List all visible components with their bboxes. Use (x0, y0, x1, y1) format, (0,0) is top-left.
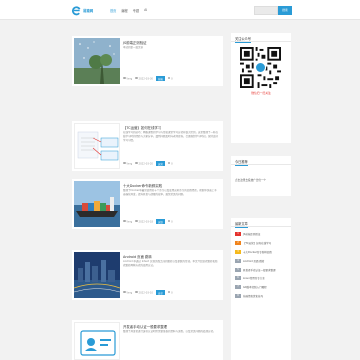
latest-post-title: Git版本控制入门教程 (243, 286, 267, 290)
post-title[interactable]: 【TC运营】如何在线学习 (123, 125, 161, 130)
top-header: 易猿网 首页 编程 专题 AI 搜索 (0, 0, 360, 20)
latest-posts-widget: 最新文章 1 JS前端正则验证 2 【TC运营】如何在线学习 3 十大Docker命令新鲜… (231, 218, 291, 360)
latest-post-title: 前端性能优化技巧 (243, 294, 264, 298)
diagram-image (77, 131, 119, 161)
snow-tree-image (74, 38, 120, 84)
category-tag[interactable]: 运维 (156, 219, 165, 225)
qr-code-icon[interactable] (240, 47, 281, 88)
nav-topics[interactable]: 专题 (133, 8, 139, 13)
latest-post-item[interactable]: 8 前端性能优化技巧 (235, 292, 289, 301)
logo-e-icon (72, 5, 81, 15)
nav-programming[interactable]: 编程 (121, 8, 127, 13)
follow-widget: 关注公众号 微信扫一扫关注 (231, 33, 291, 143)
latest-post-title: 开发者手动认证一般要求整理 (243, 268, 276, 272)
widget-title: 今日推荐 (235, 160, 248, 166)
post-thumbnail[interactable] (74, 38, 120, 84)
nav-ai[interactable]: AI (144, 8, 147, 13)
latest-post-item[interactable]: 5 开发者手动认证一般要求整理 (235, 265, 289, 274)
rank-badge: 8 (235, 293, 241, 298)
post-thumbnail[interactable] (74, 322, 120, 360)
date: 2022-03-18 (135, 219, 153, 223)
author[interactable]: Yang (123, 76, 132, 80)
eye-icon (167, 161, 171, 165)
latest-post-item[interactable]: 7 Git版本控制入门教程 (235, 283, 289, 292)
post-thumbnail[interactable] (74, 123, 120, 169)
author[interactable]: Yang (123, 290, 132, 294)
date: 2022-03-10 (135, 290, 153, 294)
divider (231, 226, 291, 227)
post-card[interactable]: 【TC运营】如何在线学习 在线学习的技巧：网络课程的学习与传统课堂学习方式有很大… (72, 121, 223, 171)
post-title[interactable]: Android 页面 跳转 (123, 254, 152, 259)
latest-post-item[interactable]: 2 【TC运营】如何在线学习 (235, 239, 289, 248)
post-meta: Yang 2022-03-30 前端 0 (123, 76, 173, 82)
eye-icon (167, 76, 171, 80)
nav-home[interactable]: 首页 (110, 8, 116, 13)
post-excerpt: 在线学习的技巧：网络课程的学习与传统课堂学习方式有很大区别，这里整理了一些在线学… (123, 131, 219, 142)
post-card[interactable]: Android 页面 跳转 Android 中通过 Intent 实现页面之间的… (72, 250, 223, 300)
category-tag[interactable]: 前端 (156, 76, 165, 82)
category-tag[interactable]: 运营 (156, 161, 165, 167)
post-excerpt: Android 中通过 Intent 实现页面之间的跳转以及参数的传递，本文介绍… (123, 260, 218, 267)
post-thumbnail[interactable] (74, 181, 120, 227)
post-title[interactable]: 十大Docker命令新鲜实践 (123, 183, 162, 188)
search-input[interactable] (254, 5, 278, 15)
latest-post-title: JS前端正则验证 (243, 233, 261, 237)
divider (231, 164, 291, 165)
container-ship-image (74, 181, 120, 227)
latest-post-title: Android 页面 跳转 (243, 259, 265, 263)
latest-posts-list: 1 JS前端正则验证 2 【TC运营】如何在线学习 3 十大Docker命令新鲜实践 4 An… (235, 230, 289, 300)
post-title[interactable]: JS前端正则验证 (123, 40, 147, 45)
latest-post-title: Linux常用命令大全 (243, 277, 265, 281)
latest-post-item[interactable]: 1 JS前端正则验证 (235, 230, 289, 239)
views: 0 (167, 76, 173, 80)
rank-badge: 5 (235, 267, 241, 272)
post-excerpt: 整理了Docker中最常使用的十个命令以及使用这些命令的实践经验，帮助你快速上手… (123, 189, 217, 196)
post-meta: Yang 2022-03-18 运维 0 (123, 219, 173, 225)
date: 2022-03-20 (135, 161, 153, 165)
author[interactable]: Yang (123, 161, 132, 165)
search-button[interactable]: 搜索 (278, 5, 292, 15)
rank-badge: 1 (235, 232, 241, 237)
views: 0 (167, 290, 173, 294)
ad-widget: 今日推荐 点击这里去投放广告位一个 (231, 156, 291, 196)
widget-title: 最新文章 (235, 222, 248, 228)
post-meta: Yang 2022-03-10 安卓 0 (123, 290, 173, 296)
latest-post-item[interactable]: 4 Android 页面 跳转 (235, 256, 289, 265)
rank-badge: 2 (235, 241, 241, 246)
divider (231, 41, 291, 42)
views: 0 (167, 161, 173, 165)
post-thumbnail[interactable] (74, 252, 120, 298)
post-excerpt: 本站的第一篇文章 (123, 46, 144, 49)
latest-post-item[interactable]: 3 十大Docker命令新鲜实践 (235, 248, 289, 257)
latest-post-item[interactable]: 6 Linux常用命令大全 (235, 274, 289, 283)
qr-caption: 微信扫一扫关注 (251, 91, 271, 95)
rank-badge: 6 (235, 276, 241, 281)
latest-post-title: 【TC运营】如何在线学习 (243, 242, 272, 246)
eye-icon (167, 219, 171, 223)
views: 0 (167, 219, 173, 223)
author[interactable]: Yang (123, 219, 132, 223)
post-card[interactable]: 十大Docker命令新鲜实践 整理了Docker中最常使用的十个命令以及使用这些… (72, 179, 223, 229)
widget-title: 关注公众号 (235, 37, 251, 43)
ad-link[interactable]: 点击这里去投放广告位一个 (235, 178, 266, 182)
post-title[interactable]: 开发者手动认证一般要求整理 (123, 324, 167, 329)
rank-badge: 4 (235, 258, 241, 263)
rank-badge: 7 (235, 285, 241, 290)
post-card[interactable]: JS前端正则验证 本站的第一篇文章 Yang 2022-03-30 前端 0 (72, 36, 223, 86)
latest-post-title: 十大Docker命令新鲜实践 (243, 250, 272, 254)
city-night-image (74, 252, 120, 298)
id-card-image (80, 330, 116, 356)
eye-icon (167, 290, 171, 294)
post-excerpt: 整理了开发者进行身份认证时所需要准备的资料与流程，以及常见问题的处理方式。 (123, 330, 216, 333)
post-meta: Yang 2022-03-20 运营 0 (123, 161, 173, 167)
category-tag[interactable]: 安卓 (156, 290, 165, 296)
rank-badge: 3 (235, 249, 241, 254)
main-nav: 首页 编程 专题 AI (110, 8, 147, 13)
date: 2022-03-30 (135, 76, 153, 80)
logo-text: 易猿网 (83, 8, 94, 13)
post-card[interactable]: 开发者手动认证一般要求整理 整理了开发者进行身份认证时所需要准备的资料与流程，以… (72, 320, 223, 360)
site-logo[interactable]: 易猿网 (72, 4, 93, 16)
